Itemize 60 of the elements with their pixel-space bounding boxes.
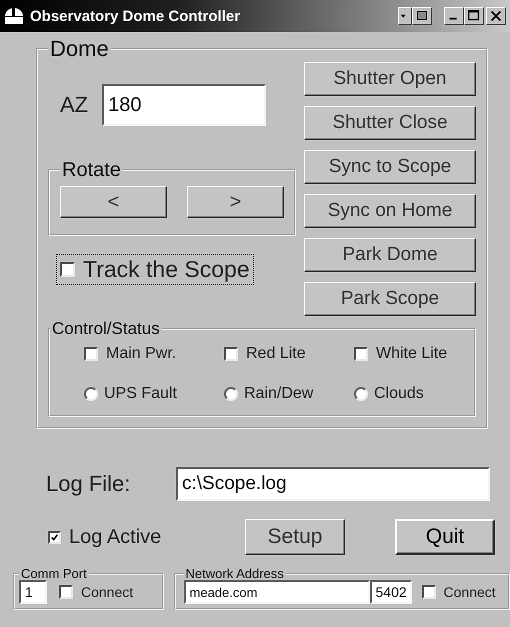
status-checkbox[interactable]: Red Lite bbox=[220, 343, 350, 365]
dome-button[interactable]: Sync to Scope bbox=[304, 150, 476, 184]
group-title: Control/Status bbox=[51, 320, 161, 337]
minimize-icon[interactable] bbox=[444, 7, 464, 25]
az-label: AZ bbox=[60, 92, 88, 118]
status-radio[interactable]: UPS Fault bbox=[80, 383, 220, 405]
checkbox[interactable] bbox=[48, 530, 61, 544]
status-checkbox[interactable]: Main Pwr. bbox=[80, 343, 220, 365]
checkbox[interactable] bbox=[224, 347, 238, 361]
radio-button[interactable] bbox=[84, 387, 98, 401]
checkbox-label: Red Lite bbox=[246, 345, 306, 363]
port-field[interactable]: 1 bbox=[19, 580, 47, 604]
group-title: Comm Port bbox=[20, 567, 88, 580]
action-button[interactable]: Setup bbox=[245, 519, 345, 555]
checkbox[interactable] bbox=[59, 585, 73, 599]
track-scope-checkbox[interactable]: Track the Scope bbox=[56, 254, 254, 285]
check-icon bbox=[51, 534, 58, 540]
dome-button[interactable]: Shutter Close bbox=[304, 106, 476, 140]
close-icon[interactable] bbox=[486, 7, 506, 25]
window-title: Observatory Dome Controller bbox=[30, 8, 242, 24]
group-title: Dome bbox=[49, 38, 110, 60]
network-port-field[interactable]: 5402 bbox=[370, 580, 412, 604]
radio-label: Rain/Dew bbox=[244, 385, 314, 403]
checkbox-label: Connect bbox=[444, 584, 496, 600]
log-file-label: Log File: bbox=[46, 471, 132, 497]
menu-icon[interactable] bbox=[398, 7, 412, 25]
group-title: Network Address bbox=[184, 567, 285, 580]
checkbox[interactable] bbox=[60, 262, 75, 277]
status-radio[interactable]: Clouds bbox=[350, 383, 470, 405]
maximize-icon[interactable] bbox=[464, 7, 484, 25]
checkbox-label: Connect bbox=[81, 584, 134, 600]
az-field[interactable]: 180 bbox=[102, 84, 266, 126]
radio-button[interactable] bbox=[224, 387, 238, 401]
checkbox-label: White Lite bbox=[376, 345, 448, 363]
checkbox-label: Log Active bbox=[69, 526, 162, 548]
group-title: Rotate bbox=[61, 160, 122, 180]
radio-button[interactable] bbox=[354, 387, 368, 401]
host-field[interactable]: meade.com bbox=[184, 580, 370, 604]
radio-label: Clouds bbox=[374, 385, 424, 403]
status-radio[interactable]: Rain/Dew bbox=[220, 383, 350, 405]
log-active-checkbox[interactable]: Log Active bbox=[44, 524, 232, 550]
status-checkbox[interactable]: White Lite bbox=[350, 343, 470, 365]
checkbox[interactable] bbox=[84, 347, 98, 361]
rotate-button[interactable]: > bbox=[186, 186, 284, 218]
action-button[interactable]: Quit bbox=[395, 519, 495, 555]
dome-button[interactable]: Park Scope bbox=[304, 282, 476, 316]
dome-button[interactable]: Shutter Open bbox=[304, 62, 476, 96]
dome-button[interactable]: Park Dome bbox=[304, 238, 476, 272]
checkbox-label: Track the Scope bbox=[83, 256, 250, 283]
checkbox-label: Main Pwr. bbox=[106, 345, 176, 363]
checkbox[interactable] bbox=[354, 347, 368, 361]
dome-icon bbox=[4, 7, 24, 25]
radio-label: UPS Fault bbox=[104, 385, 177, 403]
rotate-button[interactable]: < bbox=[60, 186, 167, 218]
log-file-field[interactable]: c:\Scope.log bbox=[176, 467, 490, 501]
dome-button[interactable]: Sync on Home bbox=[304, 194, 476, 228]
stay-on-top-icon[interactable] bbox=[412, 7, 432, 25]
connect-checkbox[interactable]: Connect bbox=[55, 582, 138, 602]
connect-checkbox[interactable]: Connect bbox=[418, 582, 500, 602]
checkbox[interactable] bbox=[422, 585, 436, 599]
